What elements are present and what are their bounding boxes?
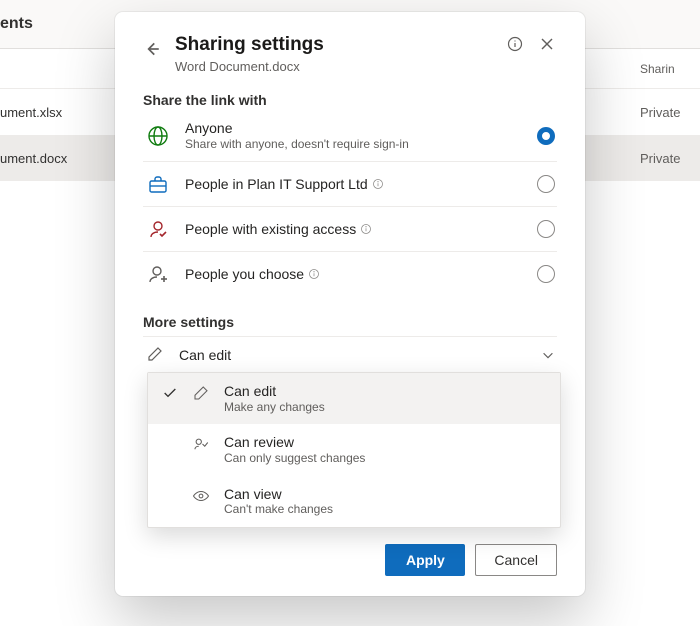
permission-option-pencil[interactable]: Can editMake any changes — [148, 373, 560, 424]
dialog-header: Sharing settings Word Document.docx — [143, 34, 557, 74]
globe-icon — [145, 123, 171, 149]
permission-option-title: Can edit — [224, 383, 546, 400]
file-sharing: Private — [640, 105, 700, 120]
sharing-settings-dialog: Sharing settings Word Document.docx Shar… — [115, 12, 585, 596]
radio-button[interactable] — [537, 220, 555, 238]
pencil-icon — [147, 346, 165, 364]
dialog-footer: Apply Cancel — [143, 544, 557, 576]
check-spacer — [162, 436, 178, 452]
share-option-person-plus[interactable]: People you choose — [143, 251, 557, 296]
share-section-label: Share the link with — [143, 92, 557, 108]
review-icon — [192, 435, 210, 453]
radio-button[interactable] — [537, 127, 555, 145]
permission-option-review[interactable]: Can reviewCan only suggest changes — [148, 424, 560, 475]
background-title: ents — [0, 15, 33, 33]
check-spacer — [162, 488, 178, 504]
share-option-person-check[interactable]: People with existing access — [143, 206, 557, 251]
eye-icon — [192, 487, 210, 505]
permission-option-title: Can view — [224, 486, 546, 503]
permission-option-subtitle: Can't make changes — [224, 502, 546, 516]
cancel-button-label: Cancel — [494, 552, 538, 568]
share-option-title: People you choose — [185, 266, 304, 284]
info-icon[interactable] — [360, 223, 372, 235]
chevron-down-icon — [541, 348, 555, 362]
radio-button[interactable] — [537, 175, 555, 193]
permission-option-subtitle: Make any changes — [224, 400, 546, 414]
dialog-subtitle: Word Document.docx — [175, 59, 493, 74]
radio-button[interactable] — [537, 265, 555, 283]
info-icon[interactable] — [308, 268, 320, 280]
apply-button-label: Apply — [406, 552, 445, 568]
permission-option-eye[interactable]: Can viewCan't make changes — [148, 476, 560, 527]
permission-dropdown[interactable]: Can edit — [143, 336, 557, 372]
close-icon[interactable] — [539, 36, 557, 54]
briefcase-icon — [145, 171, 171, 197]
check-icon — [162, 385, 178, 401]
back-arrow-icon[interactable] — [143, 40, 161, 58]
permission-option-title: Can review — [224, 434, 546, 451]
share-option-title: Anyone — [185, 120, 232, 138]
info-icon[interactable] — [507, 36, 525, 54]
more-settings-label: More settings — [143, 314, 557, 330]
person-check-icon — [145, 216, 171, 242]
share-option-briefcase[interactable]: People in Plan IT Support Ltd — [143, 161, 557, 206]
file-sharing: Private — [640, 151, 700, 166]
share-option-globe[interactable]: AnyoneShare with anyone, doesn't require… — [143, 114, 557, 162]
dialog-title: Sharing settings — [175, 34, 493, 57]
share-option-subtitle: Share with anyone, doesn't require sign-… — [185, 137, 523, 152]
share-option-title: People in Plan IT Support Ltd — [185, 176, 368, 194]
person-plus-icon — [145, 261, 171, 287]
permission-dropdown-label: Can edit — [179, 347, 527, 363]
permission-dropdown-list: Can editMake any changesCan reviewCan on… — [147, 372, 561, 528]
apply-button[interactable]: Apply — [385, 544, 465, 576]
column-sharing: Sharin — [640, 62, 700, 76]
info-icon[interactable] — [372, 178, 384, 190]
cancel-button[interactable]: Cancel — [475, 544, 557, 576]
share-option-title: People with existing access — [185, 221, 356, 239]
pencil-icon — [192, 384, 210, 402]
permission-option-subtitle: Can only suggest changes — [224, 451, 546, 465]
